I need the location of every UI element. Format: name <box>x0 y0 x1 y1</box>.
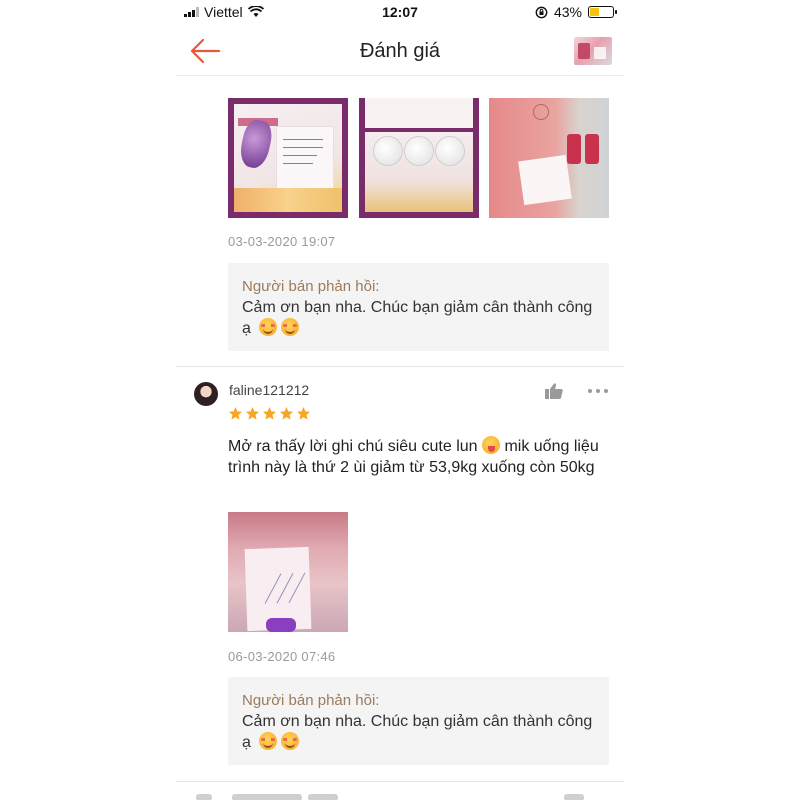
more-options-icon[interactable] <box>587 382 609 400</box>
divider <box>176 366 624 367</box>
battery-percent: 43% <box>553 4 582 20</box>
smiling-hearts-emoji-icon <box>281 318 300 336</box>
review-photo[interactable] <box>359 98 479 218</box>
page-title: Đánh giá <box>359 40 441 62</box>
product-thumbnail[interactable] <box>574 37 612 65</box>
rating-stars <box>228 406 311 421</box>
seller-reply: Người bán phản hồi: Cảm ơn bạn nha. Chúc… <box>228 263 609 351</box>
star-icon <box>296 406 311 420</box>
review-date: 03-03-2020 19:07 <box>228 234 336 249</box>
divider <box>176 781 624 782</box>
seller-reply-text: Cảm ơn bạn nha. Chúc bạn giảm cân thành … <box>242 297 595 339</box>
smiling-hearts-emoji-icon <box>281 732 300 750</box>
seller-reply-label: Người bán phản hồi: <box>242 278 380 295</box>
battery-icon <box>588 6 617 18</box>
seller-reply-text: Cảm ơn bạn nha. Chúc bạn giảm cân thành … <box>242 711 595 753</box>
thumbs-up-icon[interactable] <box>544 382 564 400</box>
seller-reply: Người bán phản hồi: Cảm ơn bạn nha. Chúc… <box>228 677 609 765</box>
review-date: 06-03-2020 07:46 <box>228 649 336 664</box>
review-photo[interactable] <box>489 98 609 218</box>
review-photo[interactable] <box>228 98 348 218</box>
phone-screen: Viettel 12:07 43% Đánh giá 03-03-2020 19… <box>176 0 624 800</box>
orientation-lock-icon <box>535 6 548 18</box>
smiling-hearts-emoji-icon <box>259 732 278 750</box>
avatar[interactable] <box>194 382 218 406</box>
review-text-part1: Mở ra thấy lời ghi chú siêu cute lun <box>228 438 478 455</box>
star-icon <box>228 406 243 420</box>
username[interactable]: faline121212 <box>229 382 309 398</box>
star-icon <box>262 406 277 420</box>
nav-header: Đánh giá <box>176 26 624 76</box>
star-icon <box>245 406 260 420</box>
review-text: Mở ra thấy lời ghi chú siêu cute lun mik… <box>228 436 612 478</box>
status-bar: Viettel 12:07 43% <box>176 0 624 26</box>
star-icon <box>279 406 294 420</box>
next-review-cutoff <box>196 790 596 800</box>
smiling-hearts-emoji-icon <box>259 318 278 336</box>
seller-reply-label: Người bán phản hồi: <box>242 692 380 709</box>
tongue-out-emoji-icon <box>482 436 500 454</box>
battery-fill <box>590 8 599 16</box>
status-right: 43% <box>535 4 617 20</box>
review-photo[interactable] <box>228 512 348 632</box>
